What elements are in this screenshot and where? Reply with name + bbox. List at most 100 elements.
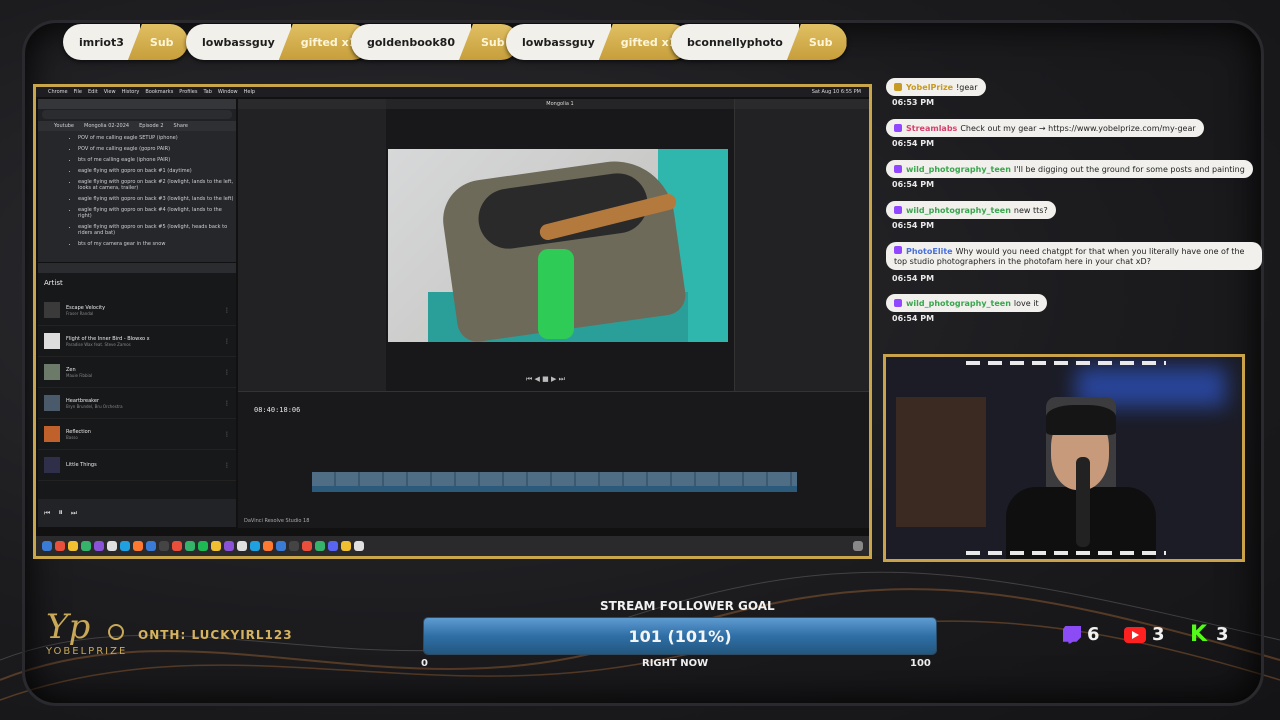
app-icon[interactable] — [107, 541, 117, 551]
next-icon[interactable]: ⏭ — [71, 509, 77, 518]
list-item: eagle flying with gopro on back #4 (lowl… — [78, 207, 236, 219]
more-icon[interactable]: ⋮ — [224, 462, 230, 469]
app-icon[interactable] — [302, 541, 312, 551]
chat-user: Streamlabs — [906, 123, 958, 133]
logo-text: YOBELPRIZE — [46, 646, 128, 657]
video-track-clips[interactable] — [312, 472, 797, 486]
app-icon[interactable] — [198, 541, 208, 551]
transport-controls[interactable]: ⏮ ◀ ■ ▶ ⏭ — [526, 375, 565, 384]
app-icon[interactable] — [146, 541, 156, 551]
app-icon[interactable] — [133, 541, 143, 551]
track-row[interactable]: Reflection Basso ⋮ — [38, 419, 236, 450]
app-icon[interactable] — [42, 541, 52, 551]
app-icon[interactable] — [55, 541, 65, 551]
app-icon[interactable] — [341, 541, 351, 551]
more-icon[interactable]: ⋮ — [224, 431, 230, 438]
browser-toolbar[interactable] — [38, 263, 236, 273]
resolve-footer: DaVinci Resolve Studio 18 — [244, 518, 310, 524]
prev-icon[interactable]: ⏮ — [44, 509, 50, 518]
share-button[interactable]: Share — [174, 123, 188, 129]
app-icon[interactable] — [354, 541, 364, 551]
sub-alert-user: lowbassguy — [186, 24, 291, 60]
app-icon[interactable] — [211, 541, 221, 551]
more-icon[interactable]: ⋮ — [224, 369, 230, 376]
address-bar[interactable] — [42, 110, 232, 119]
chat-time: 06:54 PM — [892, 180, 935, 189]
track-row[interactable]: Escape Velocity Fraser Randal ⋮ — [38, 295, 236, 326]
davinci-resolve-window: Mongolia 1 ⏮ ◀ ■ ▶ ⏭ 08:40:18:06 DaVinci… — [238, 99, 869, 528]
list-item: bts of me calling eagle (iphone PAIR) — [78, 157, 236, 163]
shot-list: POV of me calling eagle SETUP (iphone) P… — [38, 135, 236, 247]
more-icon[interactable]: ⋮ — [224, 400, 230, 407]
project-title: Mongolia 1 — [386, 99, 734, 109]
breadcrumb-item[interactable]: Mongolia 02-2024 — [84, 123, 129, 129]
app-icon[interactable] — [68, 541, 78, 551]
menu-item[interactable]: Profiles — [179, 89, 197, 95]
trash-icon[interactable] — [853, 541, 863, 551]
pause-icon[interactable]: ⏸ — [58, 508, 63, 518]
green-tag — [538, 249, 574, 339]
app-icon[interactable] — [289, 541, 299, 551]
sub-alert: bconnellyphoto Sub — [671, 24, 847, 60]
sub-alert: imriot3 Sub — [63, 24, 188, 60]
goal-label: RIGHT NOW — [642, 658, 709, 669]
app-icon[interactable] — [185, 541, 195, 551]
badge-icon — [894, 299, 902, 307]
sub-alert: goldenbook80 Sub — [351, 24, 519, 60]
track-row[interactable]: Zen Mauie Fibbial ⋮ — [38, 357, 236, 388]
album-art — [44, 364, 60, 380]
chat-text: love it — [1013, 298, 1039, 308]
timeline-timecode: 08:40:18:06 — [254, 406, 301, 414]
app-icon[interactable] — [81, 541, 91, 551]
app-icon[interactable] — [250, 541, 260, 551]
more-icon[interactable]: ⋮ — [224, 338, 230, 345]
app-icon[interactable] — [94, 541, 104, 551]
app-icon[interactable] — [263, 541, 273, 551]
menu-item[interactable]: Bookmarks — [145, 89, 173, 95]
app-icon[interactable] — [224, 541, 234, 551]
app-icon[interactable] — [276, 541, 286, 551]
track-artist: Paradise Wax feat. Steve Zamos — [66, 341, 131, 347]
menu-item[interactable]: Window — [218, 89, 238, 95]
music-library-window: Artist Escape Velocity Fraser Randal ⋮ Fl… — [38, 263, 236, 527]
follower-goal-bar: 101 (101%) — [424, 618, 936, 654]
menu-item[interactable]: File — [74, 89, 82, 95]
effects-library-panel[interactable] — [238, 99, 387, 391]
chat-message: YobelPrize !gear — [886, 78, 986, 96]
webcam-feed — [883, 354, 1245, 562]
breadcrumb-item[interactable]: Episode 2 — [139, 123, 163, 129]
goal-title: STREAM FOLLOWER GOAL — [600, 599, 775, 613]
menu-item[interactable]: View — [104, 89, 116, 95]
chrome-window: Youtube Mongolia 02-2024 Episode 2 Share… — [38, 99, 236, 262]
chat-user: wild_photography_teen — [906, 298, 1011, 308]
screen-capture: Chrome File Edit View History Bookmarks … — [33, 84, 872, 559]
app-icon[interactable] — [315, 541, 325, 551]
track-row[interactable]: Little Things ⋮ — [38, 450, 236, 481]
menu-item[interactable]: Edit — [88, 89, 98, 95]
menu-item[interactable]: History — [122, 89, 140, 95]
inspector-panel[interactable] — [734, 99, 869, 391]
menu-item[interactable]: Help — [244, 89, 255, 95]
album-art — [44, 302, 60, 318]
breadcrumb-item[interactable]: Youtube — [54, 123, 74, 129]
app-icon[interactable] — [328, 541, 338, 551]
menu-item[interactable]: Chrome — [48, 89, 68, 95]
app-icon[interactable] — [159, 541, 169, 551]
microphone — [1076, 457, 1090, 547]
streamer-hair — [1046, 405, 1116, 435]
app-icon[interactable] — [237, 541, 247, 551]
twitch-count-value: 6 — [1087, 624, 1100, 645]
audio-track[interactable] — [312, 486, 797, 492]
badge-icon — [894, 245, 902, 254]
background-shelf — [896, 397, 986, 527]
app-icon[interactable] — [120, 541, 130, 551]
menu-item[interactable]: Tab — [203, 89, 211, 95]
chat-time: 06:54 PM — [892, 221, 935, 230]
track-row[interactable]: Flight of the Inner Bird - Blowxo x Parad… — [38, 326, 236, 357]
app-icon[interactable] — [172, 541, 182, 551]
more-icon[interactable]: ⋮ — [224, 307, 230, 314]
track-row[interactable]: Heartbreaker Bryn Brundel, Bru Orchestra … — [38, 388, 236, 419]
chat-time: 06:54 PM — [892, 274, 935, 283]
browser-tabs[interactable] — [38, 99, 236, 109]
album-art — [44, 457, 60, 473]
